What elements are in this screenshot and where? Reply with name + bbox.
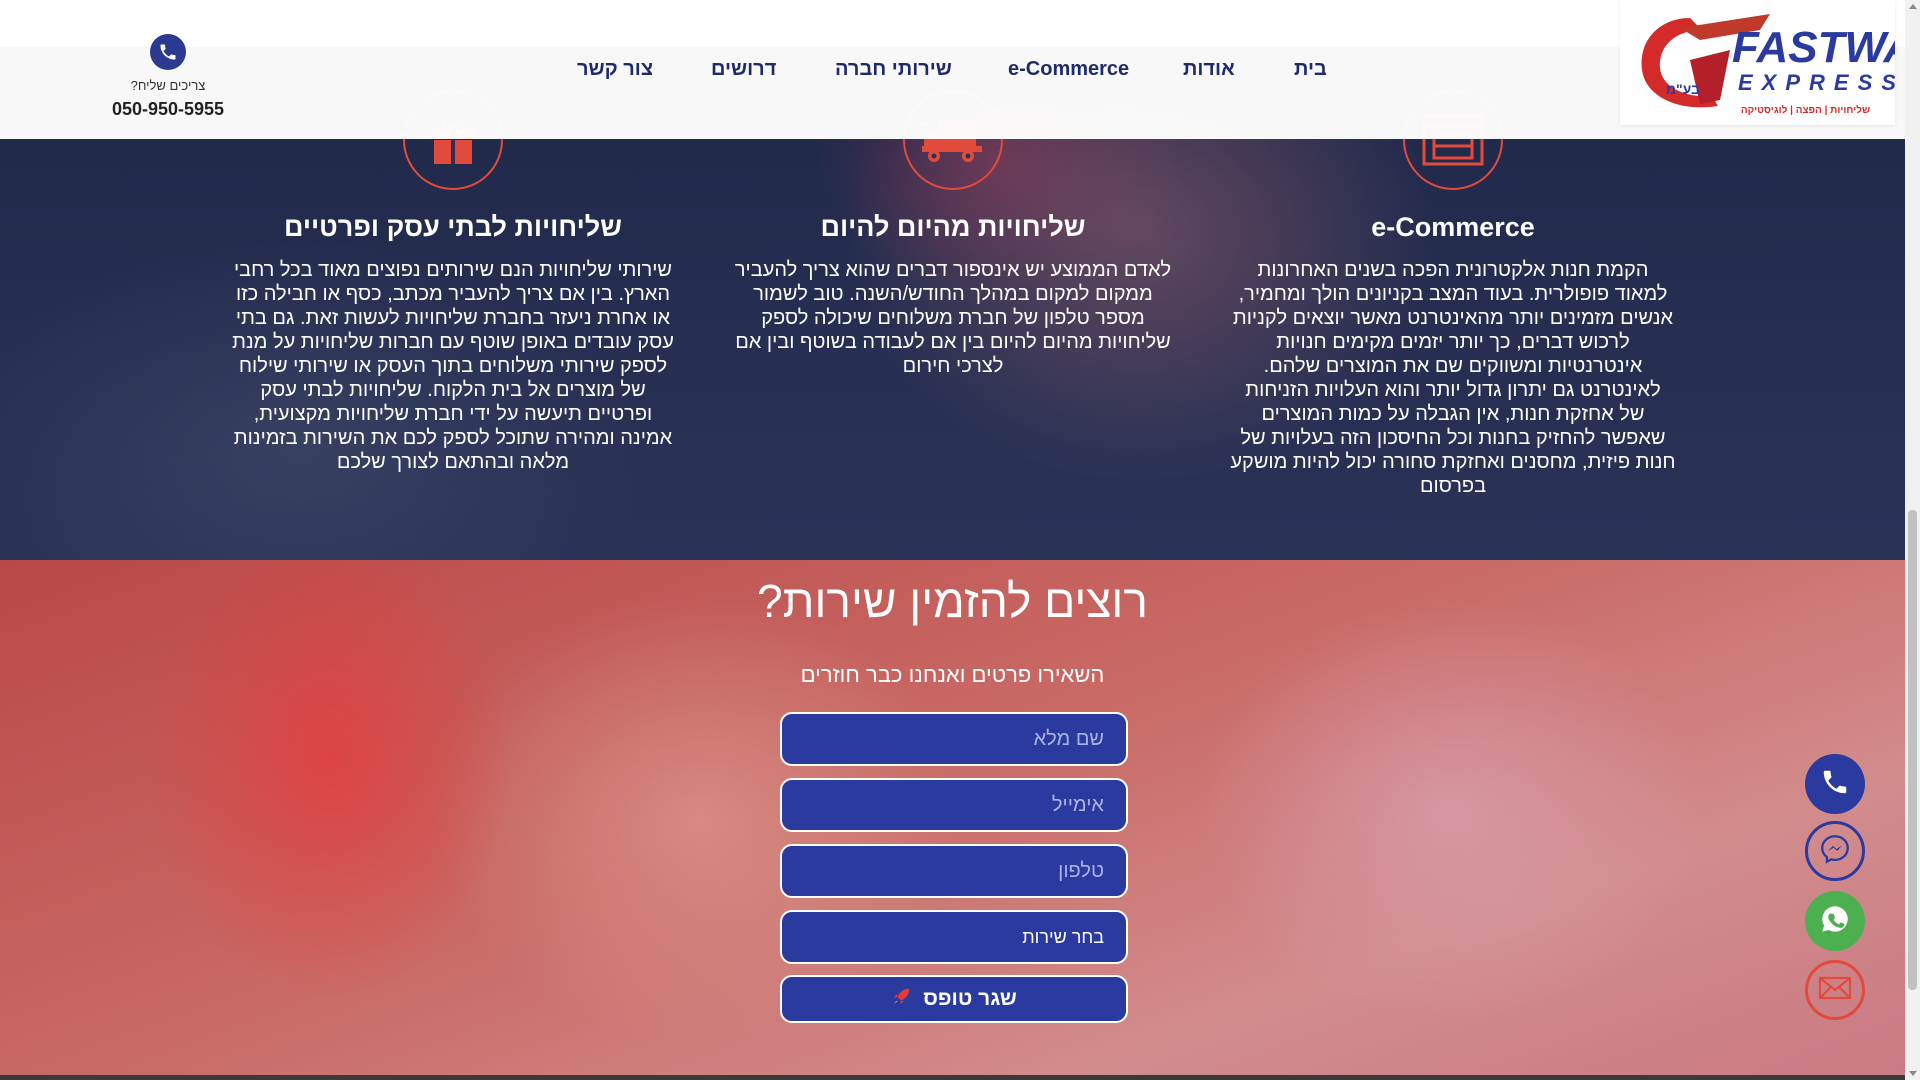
phone-input[interactable] bbox=[780, 844, 1128, 898]
form-subtitle: השאירו פרטים ואנחנו כבר חוזרים bbox=[800, 662, 1105, 687]
contact-phone-number[interactable]: 050-950-5955 bbox=[100, 99, 236, 120]
service-description: לאדם הממוצע יש אינספור דברים שהוא צריך ל… bbox=[734, 259, 1172, 377]
nav-ecommerce[interactable]: e-Commerce bbox=[1008, 58, 1129, 81]
service-description: הקמת חנות אלקטרונית הפכה בשנים האחרונות … bbox=[1230, 259, 1676, 497]
service-select-value: בחר שירות bbox=[1022, 926, 1104, 947]
nav-home[interactable]: בית bbox=[1294, 58, 1327, 81]
nav-company-services[interactable]: שירותי חברה bbox=[835, 58, 952, 81]
order-form-section: רוצים להזמין שירות? השאירו פרטים ואנחנו … bbox=[0, 560, 1905, 1075]
logo-brand-main: FASTWAY bbox=[1732, 23, 1895, 72]
service-title: e-Commerce bbox=[1371, 212, 1535, 242]
float-messenger-button[interactable] bbox=[1805, 821, 1865, 881]
logo[interactable]: FASTWAY EXPRESS בע"מ שליחויות | הפצה | ל… bbox=[1620, 0, 1920, 125]
service-title: שליחויות מהיום להיום bbox=[820, 212, 1086, 242]
form-title: רוצים להזמין שירות? bbox=[757, 575, 1148, 627]
service-select[interactable]: בחר שירות bbox=[780, 910, 1128, 964]
nav-about[interactable]: אודות bbox=[1183, 58, 1235, 81]
logo-tagline: שליחויות | הפצה | לוגיסטיקה bbox=[1741, 104, 1870, 116]
phone-icon[interactable] bbox=[150, 34, 186, 70]
nav-contact[interactable]: צור קשר bbox=[577, 58, 653, 81]
page-scrollbar[interactable] bbox=[1905, 0, 1920, 1080]
float-whatsapp-button[interactable] bbox=[1805, 891, 1865, 951]
float-phone-button[interactable] bbox=[1805, 754, 1865, 814]
logo-brand-sub: EXPRESS bbox=[1738, 70, 1895, 95]
scroll-thumb[interactable] bbox=[1908, 510, 1917, 990]
logo-company-suffix: בע"מ bbox=[1666, 81, 1700, 97]
service-business-private: שליחויות לבתי עסק ופרטיים שירותי שליחויו… bbox=[218, 90, 688, 474]
service-ecommerce: e-Commerce הקמת חנות אלקטרונית הפכה בשני… bbox=[1218, 90, 1688, 498]
service-title: שליחויות לבתי עסק ופרטיים bbox=[283, 212, 622, 242]
header-contact[interactable]: צריכים שליח? 050-950-5955 bbox=[100, 34, 236, 120]
scroll-down-arrow-icon[interactable] bbox=[1909, 1071, 1917, 1076]
phone-icon bbox=[1820, 767, 1850, 802]
scroll-up-arrow-icon[interactable] bbox=[1909, 4, 1917, 9]
submit-label: שגר טופס bbox=[923, 987, 1017, 1010]
contact-label: צריכים שליח? bbox=[130, 78, 206, 93]
whatsapp-icon bbox=[1818, 902, 1852, 941]
nav-careers[interactable]: דרושים bbox=[711, 58, 776, 81]
service-description: שירותי שליחויות הנם שירותים נפוצים מאוד … bbox=[232, 259, 674, 473]
float-email-button[interactable] bbox=[1805, 960, 1865, 1020]
messenger-icon bbox=[1818, 832, 1852, 871]
full-name-input[interactable] bbox=[780, 712, 1128, 766]
email-icon bbox=[1818, 974, 1852, 1007]
email-input[interactable] bbox=[780, 778, 1128, 832]
footer-edge bbox=[0, 1075, 1905, 1080]
submit-button[interactable]: שגר טופס bbox=[780, 975, 1128, 1023]
rocket-icon bbox=[891, 985, 913, 1013]
